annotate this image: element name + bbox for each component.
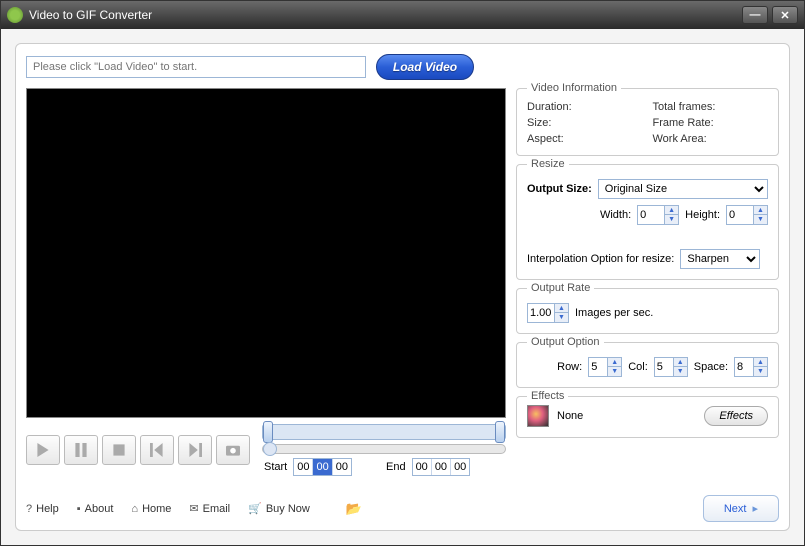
stop-button[interactable] (102, 435, 136, 465)
effect-thumbnail (527, 405, 549, 427)
pause-icon (74, 443, 88, 457)
output-size-select[interactable]: Original Size (598, 179, 768, 199)
main-panel: Load Video (15, 43, 790, 531)
space-spinner[interactable]: ▲▼ (734, 357, 768, 377)
camera-icon (226, 443, 240, 457)
home-icon: ⌂ (131, 503, 138, 515)
effect-name: None (557, 410, 696, 422)
titlebar: Video to GIF Converter — ✕ (1, 1, 804, 29)
range-end-thumb[interactable] (495, 421, 505, 443)
col-spinner[interactable]: ▲▼ (654, 357, 688, 377)
aspect-label: Aspect: (527, 133, 643, 145)
work-area-label: Work Area: (653, 133, 769, 145)
pause-button[interactable] (64, 435, 98, 465)
content-area: Load Video (1, 29, 804, 545)
load-video-button[interactable]: Load Video (376, 54, 474, 80)
effects-group: Effects None Effects (516, 396, 779, 438)
playhead-thumb[interactable] (263, 442, 277, 456)
output-rate-group: Output Rate ▲▼ Images per sec. (516, 288, 779, 334)
frame-rate-label: Frame Rate: (653, 117, 769, 129)
total-frames-label: Total frames: (653, 101, 769, 113)
end-label: End (386, 461, 406, 473)
playhead-slider[interactable] (262, 444, 506, 454)
video-info-legend: Video Information (527, 82, 621, 94)
width-spinner[interactable]: ▲▼ (637, 205, 679, 225)
help-link[interactable]: ?Help (26, 503, 59, 515)
range-start-thumb[interactable] (263, 421, 273, 443)
rate-unit: Images per sec. (575, 307, 653, 319)
help-icon: ? (26, 503, 32, 515)
row-label: Row: (557, 361, 582, 373)
video-preview (26, 88, 506, 418)
prev-frame-button[interactable] (140, 435, 174, 465)
duration-label: Duration: (527, 101, 643, 113)
interp-label: Interpolation Option for resize: (527, 253, 674, 265)
rate-spinner[interactable]: ▲▼ (527, 303, 569, 323)
resize-legend: Resize (527, 158, 569, 170)
space-label: Space: (694, 361, 728, 373)
next-button[interactable]: Next▸ (703, 495, 779, 522)
effects-legend: Effects (527, 390, 568, 402)
next-frame-button[interactable] (178, 435, 212, 465)
start-label: Start (264, 461, 287, 473)
stop-icon (112, 443, 126, 457)
prev-icon (150, 443, 164, 457)
resize-group: Resize Output Size: Original Size Width:… (516, 164, 779, 280)
output-option-group: Output Option Row: ▲▼ Col: ▲▼ Space: ▲▼ (516, 342, 779, 388)
output-option-legend: Output Option (527, 336, 604, 348)
next-icon (188, 443, 202, 457)
snapshot-button[interactable] (216, 435, 250, 465)
end-time-input[interactable]: 00 00 00 (412, 458, 471, 476)
effects-button[interactable]: Effects (704, 406, 768, 426)
output-rate-legend: Output Rate (527, 282, 594, 294)
play-icon (36, 443, 50, 457)
about-link[interactable]: ▪About (77, 503, 114, 515)
row-spinner[interactable]: ▲▼ (588, 357, 622, 377)
start-time-input[interactable]: 00 00 00 (293, 458, 352, 476)
email-link[interactable]: ✉Email (189, 502, 230, 515)
app-title: Video to GIF Converter (29, 8, 738, 22)
interpolation-select[interactable]: Sharpen (680, 249, 760, 269)
about-icon: ▪ (77, 503, 81, 515)
range-slider[interactable] (262, 424, 506, 440)
email-icon: ✉ (189, 502, 198, 515)
height-label: Height: (685, 209, 720, 221)
play-button[interactable] (26, 435, 60, 465)
close-button[interactable]: ✕ (772, 6, 798, 24)
app-window: Video to GIF Converter — ✕ Load Video (0, 0, 805, 546)
app-icon (7, 7, 23, 23)
height-spinner[interactable]: ▲▼ (726, 205, 768, 225)
open-folder-button[interactable]: 📂 (346, 501, 362, 517)
output-size-label: Output Size: (527, 183, 592, 195)
width-label: Width: (600, 209, 631, 221)
size-label: Size: (527, 117, 643, 129)
arrow-right-icon: ▸ (752, 502, 758, 515)
minimize-button[interactable]: — (742, 6, 768, 24)
home-link[interactable]: ⌂Home (131, 503, 171, 515)
col-label: Col: (628, 361, 648, 373)
video-info-group: Video Information Duration: Total frames… (516, 88, 779, 156)
buy-link[interactable]: 🛒Buy Now (248, 502, 310, 515)
cart-icon: 🛒 (248, 502, 262, 515)
video-path-input[interactable] (26, 56, 366, 78)
